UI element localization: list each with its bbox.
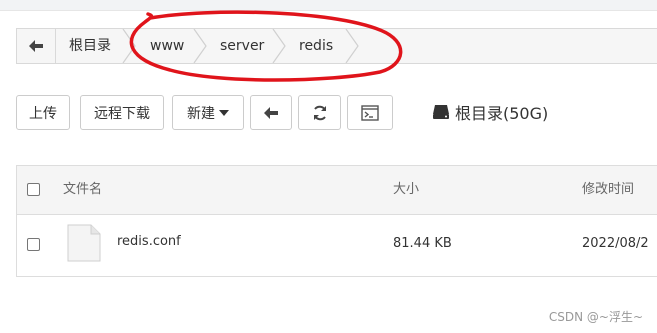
new-button-label: 新建 — [187, 105, 215, 122]
caret-down-icon — [219, 109, 229, 116]
arrow-left-icon — [29, 40, 43, 52]
file-icon — [67, 224, 101, 262]
file-modified: 2022/08/2 — [582, 236, 649, 251]
row-checkbox[interactable] — [27, 238, 40, 251]
top-strip — [0, 0, 657, 11]
column-header-size[interactable]: 大小 — [393, 166, 419, 214]
disk-label: 根目录(50G) — [455, 104, 549, 123]
chevron-right-icon — [193, 29, 207, 63]
remote-download-button[interactable]: 远程下载 — [80, 95, 164, 130]
column-header-modified[interactable]: 修改时间 — [582, 166, 634, 214]
disk-info: 根目录(50G) — [432, 99, 548, 125]
terminal-icon — [361, 104, 379, 121]
file-name[interactable]: redis.conf — [117, 234, 181, 249]
new-button[interactable]: 新建 — [172, 95, 244, 130]
select-all-checkbox[interactable] — [27, 183, 40, 196]
arrow-left-icon — [264, 106, 278, 119]
terminal-button[interactable] — [347, 95, 393, 130]
refresh-button[interactable] — [298, 95, 341, 130]
chevron-right-icon — [122, 29, 136, 63]
breadcrumb-back-button[interactable] — [17, 29, 56, 63]
refresh-icon — [313, 105, 326, 120]
file-table: 文件名 大小 修改时间 redis.conf 81.44 KB 2022/08/… — [16, 165, 657, 277]
table-header: 文件名 大小 修改时间 — [17, 166, 657, 215]
breadcrumb-root[interactable]: 根目录 — [69, 29, 111, 63]
back-button[interactable] — [250, 95, 292, 130]
table-row[interactable]: redis.conf 81.44 KB 2022/08/2 — [17, 214, 657, 276]
file-size: 81.44 KB — [393, 236, 452, 251]
disk-icon — [433, 105, 449, 119]
breadcrumb: 根目录 www server redis — [16, 28, 657, 64]
watermark: CSDN @~浮生~ — [548, 310, 643, 324]
chevron-right-icon — [345, 29, 359, 63]
chevron-right-icon — [272, 29, 286, 63]
breadcrumb-segment-www[interactable]: www — [150, 29, 184, 63]
breadcrumb-segment-redis[interactable]: redis — [299, 29, 333, 63]
upload-button[interactable]: 上传 — [16, 95, 70, 130]
column-header-filename[interactable]: 文件名 — [63, 166, 102, 214]
breadcrumb-segment-server[interactable]: server — [220, 29, 264, 63]
